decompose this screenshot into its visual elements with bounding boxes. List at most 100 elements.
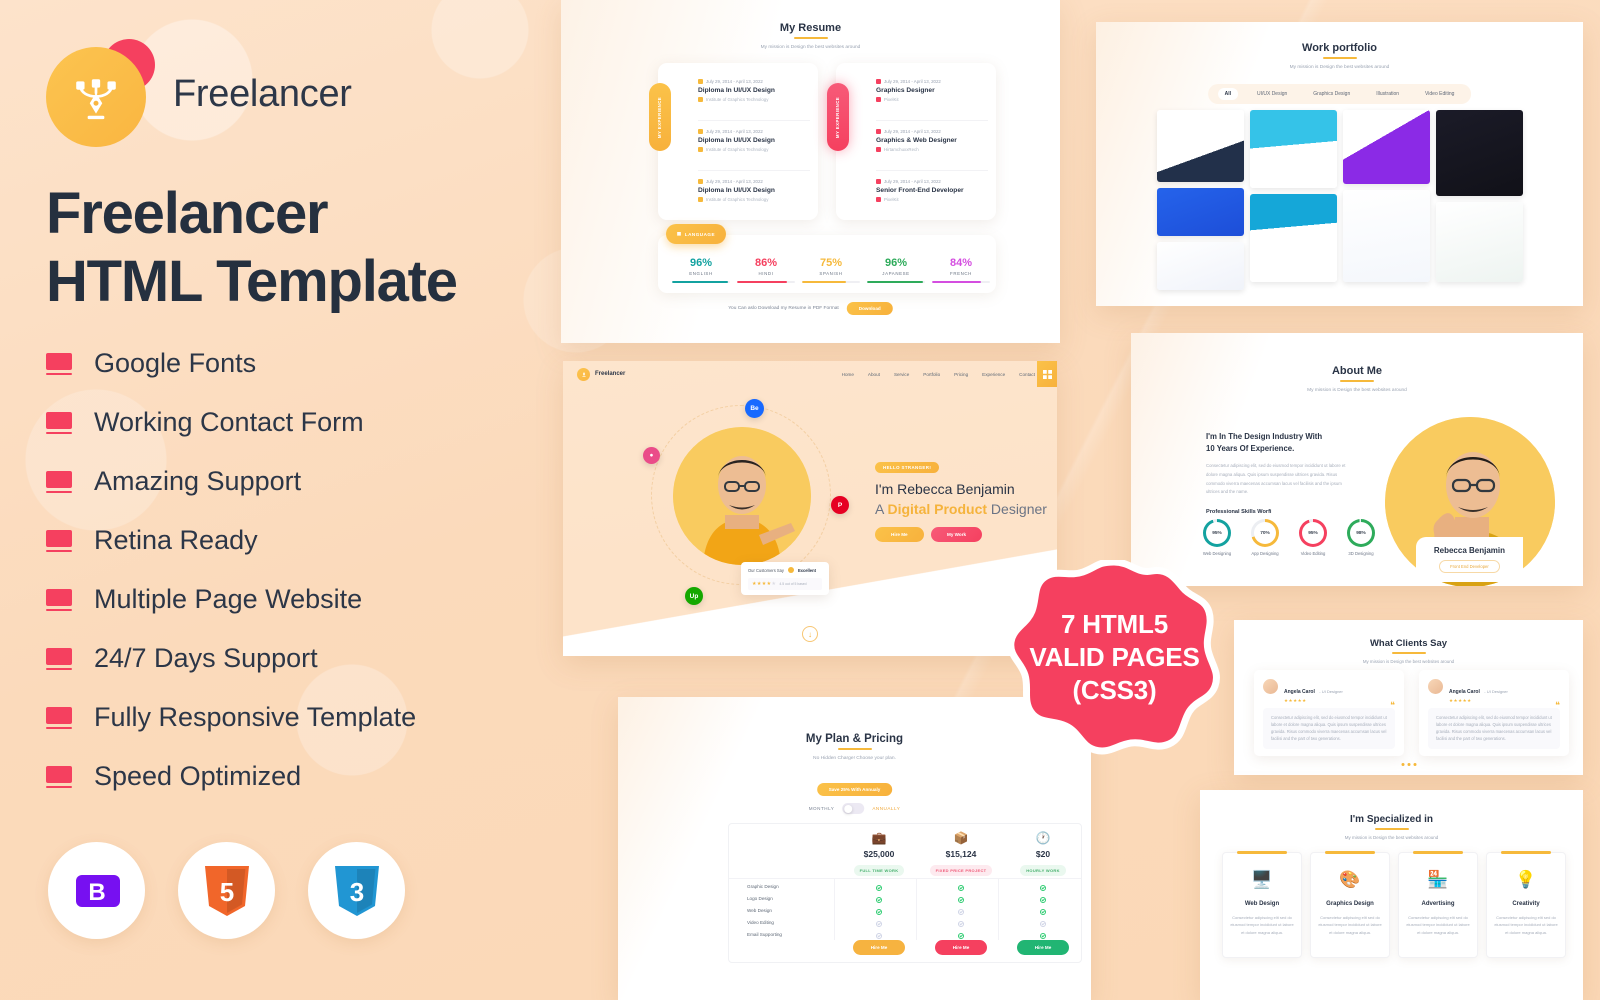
bootstrap-icon[interactable]: B xyxy=(48,842,145,939)
education-card[interactable]: MY EXPERIENCE July 29, 2014 - April 13, … xyxy=(649,63,818,220)
download-button[interactable]: Download xyxy=(846,302,893,315)
pen-tool-icon xyxy=(581,372,586,377)
portfolio-thumbnail[interactable] xyxy=(1436,110,1523,196)
hero-nav-item[interactable]: Contact xyxy=(1019,372,1035,377)
portfolio-column xyxy=(1343,110,1430,290)
portfolio-filter[interactable]: Illustration xyxy=(1369,88,1406,100)
plan-hire-button[interactable]: Hire Me xyxy=(935,940,987,955)
feature-item: 24/7 Days Support xyxy=(46,629,416,688)
screenshot-specialized[interactable]: I'm Specialized in My mission is Design … xyxy=(1200,790,1583,1000)
hire-me-button[interactable]: Hire Me xyxy=(875,527,924,542)
portfolio-filter[interactable]: UI/UX Design xyxy=(1250,88,1294,100)
upwork-icon[interactable]: Up xyxy=(685,587,703,605)
portfolio-filter[interactable]: Graphics Design xyxy=(1306,88,1357,100)
dribbble-icon[interactable]: ● xyxy=(643,447,660,464)
portfolio-thumbnail[interactable] xyxy=(1343,190,1430,282)
svg-text:B: B xyxy=(88,879,105,906)
portfolio-thumbnail[interactable] xyxy=(1157,188,1244,236)
testimonials-header: What Clients Say My mission is Design th… xyxy=(1234,638,1583,664)
skill-circle: 70% App Designing xyxy=(1251,519,1301,556)
hero-role: A Digital Product Designer xyxy=(875,501,1047,517)
monitor-design-icon: 🖥️ xyxy=(1251,870,1273,889)
portfolio-filters[interactable]: All UI/UX Design Graphics Design Illustrati… xyxy=(1207,84,1472,104)
seal-line-3: (CSS3) xyxy=(1072,675,1157,706)
about-heading-2: 10 Years Of Experience. xyxy=(1206,443,1295,453)
resume-header: My Resume My mission is Design the best … xyxy=(561,22,1060,50)
check-icon xyxy=(876,885,882,891)
screenshot-testimonials[interactable]: What Clients Say My mission is Design th… xyxy=(1234,620,1583,775)
portfolio-thumbnail[interactable] xyxy=(1436,202,1523,282)
svg-text:5: 5 xyxy=(219,877,233,907)
toggle-switch[interactable] xyxy=(842,803,865,814)
experience-card[interactable]: MY EXPERIENCE July 29, 2014 - April 13, … xyxy=(827,63,996,220)
specialized-card[interactable]: 💡 Creativity Consectetur adipiscing elit s… xyxy=(1486,851,1566,958)
resume-org: Institute of Graphics Technology xyxy=(698,197,775,202)
check-disabled-icon xyxy=(876,933,882,939)
pinterest-icon[interactable]: P xyxy=(831,496,849,514)
hero-nav-item[interactable]: Service xyxy=(894,372,909,377)
screenshot-resume[interactable]: My Resume My mission is Design the best … xyxy=(561,0,1060,343)
testimonial-card: Angela Carol - UI Designer ★★★★★ ❝ Consecte… xyxy=(1254,670,1404,756)
portfolio-thumbnail[interactable] xyxy=(1250,110,1337,188)
card-title: Advertising xyxy=(1421,901,1455,907)
portfolio-thumbnail[interactable] xyxy=(1250,194,1337,282)
portfolio-thumbnail[interactable] xyxy=(1157,242,1244,290)
language-percent: 96% xyxy=(884,257,908,269)
avatar xyxy=(1428,679,1443,694)
css3-icon[interactable]: 3 xyxy=(308,842,405,939)
portfolio-thumbnail[interactable] xyxy=(1157,110,1244,182)
seal-line-1: 7 HTML5 xyxy=(1061,608,1168,639)
download-text: You Can aslo Download my Resume in PDF F… xyxy=(728,306,839,311)
resume-date: July 29, 2014 - April 13, 2022 xyxy=(876,129,957,134)
seal-badge: 7 HTML5 VALID PAGES (CSS3) xyxy=(1007,558,1222,755)
specialized-card[interactable]: 🏪 Advertising Consectetur adipiscing elit … xyxy=(1398,851,1478,958)
screenshot-about[interactable]: About Me My mission is Design the best w… xyxy=(1131,333,1583,586)
screenshot-hero[interactable]: Freelancer Home About Service Portfolio Pric… xyxy=(563,361,1057,656)
specialized-card[interactable]: 🎨 Graphics Design Consectetur adipiscing e… xyxy=(1310,851,1390,958)
specialized-subtitle: My mission is Design the best websites a… xyxy=(1344,835,1439,840)
grid-icon xyxy=(1042,369,1052,379)
portfolio-filter[interactable]: All xyxy=(1217,88,1238,100)
hero-grid-button[interactable] xyxy=(1037,361,1057,387)
portfolio-thumbnail[interactable] xyxy=(1343,110,1430,184)
hero-logo[interactable]: Freelancer xyxy=(577,367,625,381)
my-work-button[interactable]: My Work xyxy=(931,527,983,542)
feature-label: Google Fonts xyxy=(94,348,257,378)
behance-icon[interactable]: Be xyxy=(745,399,764,418)
about-header: About Me My mission is Design the best w… xyxy=(1131,365,1583,393)
check-disabled-icon xyxy=(876,921,882,927)
skill-label: App Designing xyxy=(1251,551,1279,556)
specialized-card[interactable]: 🖥️ Web Design Consectetur adipiscing elit … xyxy=(1222,851,1302,958)
screenshot-portfolio[interactable]: Work portfolio My mission is Design the … xyxy=(1096,22,1583,306)
hero-nav-item[interactable]: Portfolio xyxy=(923,372,940,377)
testimonial-stars: ★★★★★ xyxy=(1284,698,1307,703)
billing-toggle[interactable]: MONTHLY ANNUALLY xyxy=(809,803,901,814)
feature-list: Google Fonts Working Contact Form Amazing … xyxy=(46,334,416,806)
hero-menu[interactable]: Home About Service Portfolio Pricing Experien… xyxy=(842,372,1035,377)
plan-hire-button[interactable]: Hire Me xyxy=(1017,940,1069,955)
hero-nav-item[interactable]: Home xyxy=(842,372,854,377)
card-title: Graphics Design xyxy=(1326,901,1374,907)
testimonials-subtitle: My mission is Design the best websites a… xyxy=(1362,659,1455,664)
hero-nav-item[interactable]: About xyxy=(868,372,880,377)
book-bullet-icon xyxy=(46,706,72,729)
portfolio-filter[interactable]: Video Editing xyxy=(1418,88,1461,100)
resume-org: PixelKit xyxy=(876,97,941,102)
skill-label: Video Editing xyxy=(1300,551,1326,556)
hero-nav-item[interactable]: Experience xyxy=(982,372,1005,377)
review-card: Our Customers Say Excellent ★★★★★ 4.5 ou… xyxy=(741,562,829,595)
scroll-down-icon[interactable]: ↓ xyxy=(802,626,818,642)
skill-label: Web Designing xyxy=(1202,551,1232,556)
html5-icon[interactable]: 5 xyxy=(178,842,275,939)
plan-hire-button[interactable]: Hire Me xyxy=(853,940,905,955)
hero-navbar: Freelancer Home About Service Portfolio Pric… xyxy=(563,361,1057,387)
plan-price: $25,000 xyxy=(863,849,895,859)
resume-entry: July 29, 2014 - April 13, 2022 Diploma In… xyxy=(698,79,775,102)
check-icon xyxy=(958,885,964,891)
page-title: Freelancer HTML Template xyxy=(46,180,546,317)
language-track xyxy=(867,281,925,284)
skill-circle: 95% Web Designing xyxy=(1203,519,1253,556)
carousel-dots[interactable] xyxy=(1401,763,1416,766)
language-name: FRENCH xyxy=(950,271,972,276)
hero-nav-item[interactable]: Pricing xyxy=(954,372,968,377)
